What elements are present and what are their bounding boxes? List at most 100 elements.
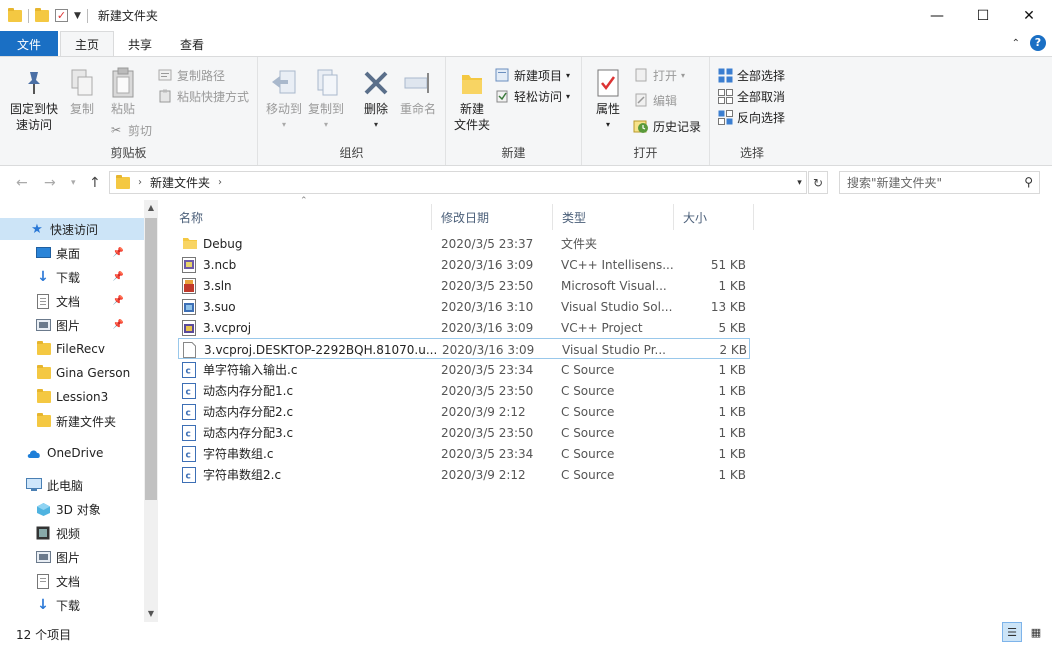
folder-icon [37, 365, 51, 379]
nav-new-folder[interactable]: 新建文件夹 [0, 410, 116, 432]
open-button[interactable]: 打开 ▾ [633, 65, 685, 85]
copy-to-button[interactable]: 复制到 ▾ [306, 67, 346, 133]
up-arrow-icon[interactable]: ↑ [89, 175, 101, 191]
c-file-icon: c [182, 445, 198, 462]
file-row[interactable]: 3.vcproj 2020/3/16 3:09 VC++ Project 5 KB [178, 317, 750, 338]
nav-pane-scrollbar[interactable]: ▲ ▼ [144, 200, 158, 622]
properties-button[interactable]: 属性 ▾ [590, 67, 626, 133]
column-header-name[interactable]: 名称 [170, 204, 432, 230]
pictures-icon [35, 549, 51, 565]
tab-home[interactable]: 主页 [60, 31, 115, 57]
nav-desktop[interactable]: 桌面 📌 [0, 242, 144, 264]
file-date-cell: 2020/3/5 23:34 [441, 362, 534, 377]
close-button[interactable]: ✕ [1006, 0, 1052, 31]
pin-quick-access-button[interactable]: 固定到快 速访问 [6, 67, 62, 133]
paste-button[interactable]: 粘贴 [105, 67, 141, 117]
file-size-cell: 51 KB [710, 257, 746, 272]
select-all-icon [717, 67, 733, 83]
scroll-down-icon[interactable]: ▼ [144, 606, 158, 622]
breadcrumb-chevron-icon[interactable]: › [138, 177, 142, 188]
column-header-size[interactable]: 大小 [674, 204, 754, 230]
tab-file[interactable]: 文件 [0, 31, 58, 57]
nav-pc-documents[interactable]: 文档 [0, 570, 80, 592]
file-date-cell: 2020/3/16 3:09 [441, 320, 534, 335]
nav-filerecv[interactable]: FileRecv [0, 338, 105, 360]
tab-view[interactable]: 查看 [166, 31, 218, 57]
file-row[interactable]: Debug 2020/3/5 23:37 文件夹 [178, 233, 750, 254]
select-none-button[interactable]: 全部取消 [717, 86, 785, 106]
column-header-date[interactable]: 修改日期 [432, 204, 553, 230]
easy-access-button[interactable]: 轻松访问 ▾ [494, 86, 570, 106]
nav-pictures[interactable]: 图片 📌 [0, 314, 144, 336]
file-row[interactable]: c 字符串数组.c 2020/3/5 23:34 C Source 1 KB [178, 443, 750, 464]
help-icon[interactable]: ? [1030, 35, 1046, 51]
file-row[interactable]: c 动态内存分配1.c 2020/3/5 23:50 C Source 1 KB [178, 380, 750, 401]
search-input[interactable]: 搜索"新建文件夹" ⚲ [839, 171, 1040, 194]
refresh-icon[interactable]: ↻ [808, 171, 828, 194]
forward-arrow-icon[interactable]: → [44, 175, 56, 191]
file-row[interactable]: c 动态内存分配2.c 2020/3/9 2:12 C Source 1 KB [178, 401, 750, 422]
column-header-type[interactable]: 类型 [553, 204, 674, 230]
breadcrumb-chevron-icon[interactable]: › [218, 177, 222, 188]
rename-button[interactable]: 重命名 [396, 67, 440, 117]
nav-videos[interactable]: 视频 [0, 522, 80, 544]
file-row[interactable]: 3.vcproj.DESKTOP-2292BQH.81070.u... 2020/… [178, 338, 750, 359]
file-row[interactable]: 3.ncb 2020/3/16 3:09 VC++ Intellisens... 51… [178, 254, 750, 275]
edit-button[interactable]: 编辑 [633, 90, 677, 110]
download-arrow-icon: ↓ [37, 269, 49, 285]
pin-icon[interactable]: 📌 [113, 320, 124, 330]
nav-quick-access[interactable]: ★ 快速访问 [0, 218, 144, 240]
new-group: 新建 文件夹 新建项目 ▾ 轻松访问 ▾ 新建 [446, 57, 582, 165]
properties-qat-icon[interactable]: ✓ [55, 9, 68, 22]
copy-button[interactable]: 复制 [64, 67, 100, 117]
breadcrumb-item[interactable]: 新建文件夹 [150, 174, 210, 191]
file-date-cell: 2020/3/16 3:09 [442, 342, 535, 357]
collapse-ribbon-icon[interactable]: ⌃ [1012, 38, 1020, 49]
delete-button[interactable]: 删除 ▾ [358, 67, 394, 133]
nav-documents[interactable]: 文档 📌 [0, 290, 144, 312]
scrollbar-thumb[interactable] [145, 218, 157, 500]
invert-selection-button[interactable]: 反向选择 [717, 107, 785, 127]
computer-icon [26, 477, 42, 493]
scroll-up-icon[interactable]: ▲ [144, 200, 158, 216]
file-type-cell: C Source [561, 404, 615, 419]
back-arrow-icon[interactable]: ← [16, 175, 28, 191]
nav-lession3[interactable]: Lession3 [0, 386, 108, 408]
nav-pc-downloads[interactable]: ↓ 下载 [0, 594, 80, 616]
nav-pc-pictures[interactable]: 图片 [0, 546, 80, 568]
nav-downloads[interactable]: ↓ 下载 📌 [0, 266, 144, 288]
maximize-button[interactable]: ☐ [960, 0, 1006, 31]
history-button[interactable]: 历史记录 [633, 116, 701, 136]
recent-locations-icon[interactable]: ▾ [71, 178, 76, 188]
new-folder-qat-icon[interactable] [35, 7, 49, 22]
file-row[interactable]: c 动态内存分配3.c 2020/3/5 23:50 C Source 1 KB [178, 422, 750, 443]
details-view-icon[interactable]: ☰ [1002, 622, 1022, 642]
svg-text:c: c [186, 408, 191, 418]
cut-button[interactable]: ✂ 剪切 [108, 120, 152, 140]
tab-share[interactable]: 共享 [114, 31, 166, 57]
paste-shortcut-button[interactable]: 粘贴快捷方式 [157, 86, 249, 106]
new-folder-button[interactable]: 新建 文件夹 [450, 67, 494, 133]
nav-gina-gerson[interactable]: Gina Gerson [0, 362, 130, 384]
file-type-cell: VC++ Project [561, 320, 643, 335]
pin-icon[interactable]: 📌 [113, 272, 124, 282]
address-bar[interactable]: › 新建文件夹 › [109, 171, 807, 194]
file-row[interactable]: c 字符串数组2.c 2020/3/9 2:12 C Source 1 KB [178, 464, 750, 485]
address-dropdown-icon[interactable]: ▾ [792, 171, 807, 194]
file-row[interactable]: c 单字符输入输出.c 2020/3/5 23:34 C Source 1 KB [178, 359, 750, 380]
file-row[interactable]: 3.sln 2020/3/5 23:50 Microsoft Visual... 1 … [178, 275, 750, 296]
move-to-button[interactable]: 移动到 ▾ [264, 67, 304, 133]
new-item-button[interactable]: 新建项目 ▾ [494, 65, 570, 85]
nav-onedrive[interactable]: OneDrive [0, 442, 103, 464]
minimize-button[interactable]: — [914, 0, 960, 31]
large-icons-view-icon[interactable]: ▦ [1026, 622, 1046, 642]
nav-3d-objects[interactable]: 3D 对象 [0, 498, 101, 520]
pin-icon[interactable]: 📌 [113, 248, 124, 258]
pin-icon[interactable]: 📌 [113, 296, 124, 306]
select-all-button[interactable]: 全部选择 [717, 65, 785, 85]
copy-path-button[interactable]: 复制路径 [157, 65, 225, 85]
file-row[interactable]: 3.suo 2020/3/16 3:10 Visual Studio Sol... 1… [178, 296, 750, 317]
nav-this-pc[interactable]: 此电脑 [0, 474, 83, 496]
customize-qat-dropdown-icon[interactable]: ▼ [74, 11, 81, 21]
scissors-icon: ✂ [110, 123, 122, 137]
